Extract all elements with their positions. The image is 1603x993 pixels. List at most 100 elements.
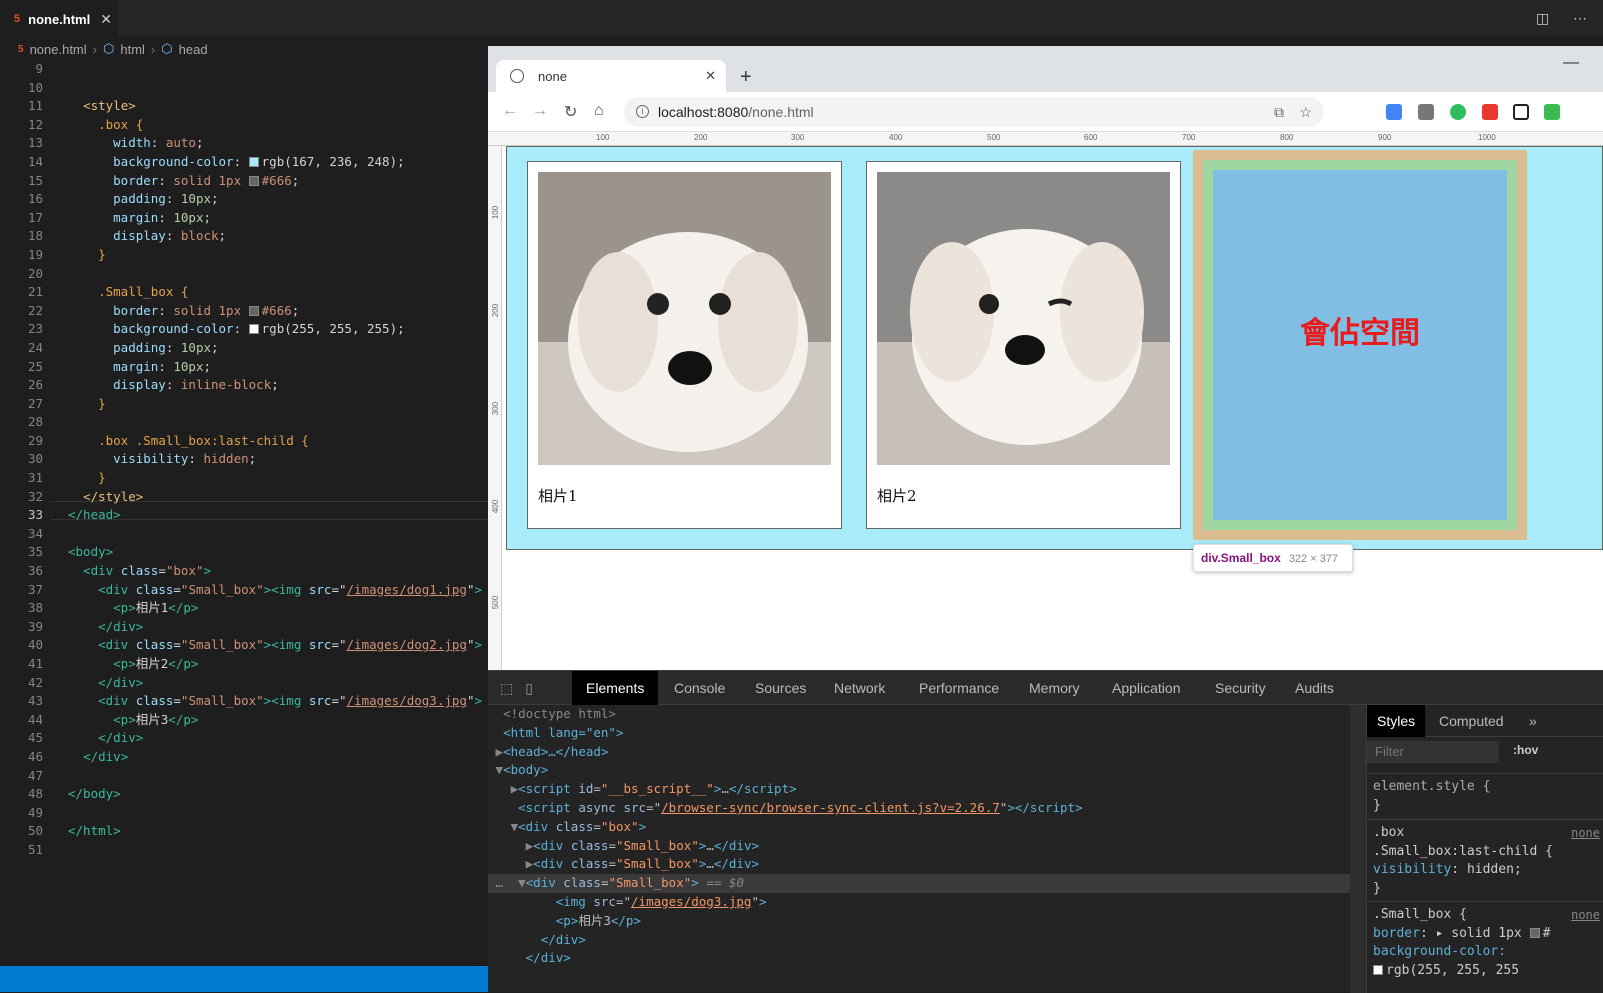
dom-node[interactable]: <script async src="/browser-sync/browser… xyxy=(488,799,1350,818)
dom-text: <!doctype html> xyxy=(503,706,616,721)
url-bar[interactable]: i localhost:8080/none.html ⧉ ☆ xyxy=(624,97,1324,127)
color-swatch[interactable] xyxy=(1529,927,1540,938)
breadcrumb-head[interactable]: head xyxy=(179,42,208,57)
dom-link[interactable]: /images/dog3.jpg xyxy=(631,894,751,909)
line-number: 35 xyxy=(27,544,43,560)
line-number: 43 xyxy=(27,693,43,709)
color-swatch[interactable] xyxy=(1373,964,1383,975)
browser-tab[interactable]: none ✕ xyxy=(496,60,726,92)
split-editor-icon[interactable]: ◫ ⋯ xyxy=(1536,10,1597,27)
evernote-icon[interactable] xyxy=(1450,104,1466,120)
tab-console[interactable]: Console xyxy=(660,671,739,705)
tab-styles[interactable]: Styles xyxy=(1367,705,1426,737)
tab-performance[interactable]: Performance xyxy=(905,671,1013,705)
globe-icon xyxy=(510,69,524,83)
tab-audits[interactable]: Audits xyxy=(1281,671,1348,705)
dom-text: Small_box xyxy=(623,856,692,872)
translate-extension-icon[interactable] xyxy=(1386,104,1402,120)
code-editor[interactable]: <style> .box { width: auto; background-c… xyxy=(68,60,488,960)
dom-node[interactable]: </div> xyxy=(488,931,1350,950)
rule-value[interactable]: solid 1px xyxy=(1451,926,1521,941)
dom-node[interactable]: </div> xyxy=(488,949,1350,968)
code-token[interactable]: /images/dog1.jpg xyxy=(347,582,467,597)
extension-icon[interactable] xyxy=(1418,104,1434,120)
back-icon[interactable]: ← xyxy=(502,102,518,120)
dom-text: </div> xyxy=(525,950,571,966)
rule-value[interactable]: rgb(255, 255, 255 xyxy=(1386,963,1519,978)
info-icon[interactable]: i xyxy=(636,105,649,118)
small-box[interactable]: 相片1 xyxy=(527,161,842,529)
dom-link[interactable]: /browser-sync/browser-sync-client.js?v=2… xyxy=(661,800,1000,815)
code-line: <style> xyxy=(68,97,488,116)
notion-icon[interactable] xyxy=(1513,104,1529,120)
small-box[interactable]: 相片2 xyxy=(866,161,1181,529)
line-number: 47 xyxy=(27,767,43,783)
rule-property[interactable]: background-color: xyxy=(1373,944,1506,959)
dom-node[interactable]: ▶<div class="Small_box">…</div> xyxy=(488,837,1350,856)
tooltip-size: 322 × 377 xyxy=(1288,553,1339,565)
tab-sources[interactable]: Sources xyxy=(741,671,820,705)
code-token[interactable]: /images/dog2.jpg xyxy=(347,637,467,652)
chevron-right-icon: › xyxy=(92,41,97,57)
extension-s-icon[interactable] xyxy=(1482,104,1498,120)
code-token: rgb(255, 255, 255) xyxy=(261,321,398,337)
code-token: 10px xyxy=(173,358,204,374)
code-line: <div class="Small_box"><img src="/images… xyxy=(98,637,482,653)
dom-node[interactable]: ▼<body> xyxy=(488,761,1350,780)
line-number: 12 xyxy=(27,116,43,132)
close-icon[interactable]: ✕ xyxy=(100,11,112,28)
line-number: 26 xyxy=(27,377,43,393)
rule-source-link[interactable]: none xyxy=(1571,824,1600,843)
hov-toggle[interactable]: :hov xyxy=(1513,743,1538,757)
dom-node[interactable]: <html lang="en"> xyxy=(488,724,1350,743)
code-token: background-color xyxy=(113,321,234,337)
tab-computed[interactable]: Computed xyxy=(1429,705,1514,737)
inspect-element-icon[interactable]: ⬚ xyxy=(500,680,525,696)
line-number: 38 xyxy=(27,600,43,616)
rule-property[interactable]: border xyxy=(1373,926,1420,941)
ruler-tick: 400 xyxy=(889,133,903,142)
dom-node[interactable]: <!doctype html> xyxy=(488,705,1350,724)
elements-tree[interactable]: <!doctype html> <html lang="en"> ▶<head>… xyxy=(488,705,1350,993)
chevron-double-right-icon[interactable]: » xyxy=(1519,705,1547,737)
color-swatch[interactable] xyxy=(248,305,259,316)
color-swatch[interactable] xyxy=(248,156,259,167)
breadcrumb-file[interactable]: none.html xyxy=(30,42,87,57)
star-icon[interactable]: ☆ xyxy=(1299,97,1312,127)
style-rule: none .box .Small_box:last-child { visibi… xyxy=(1367,819,1603,902)
dom-node[interactable]: ▼<div class="box"> xyxy=(488,818,1350,837)
dom-node[interactable]: <img src="/images/dog3.jpg"> xyxy=(488,893,1350,912)
rule-property[interactable]: visibility xyxy=(1373,862,1451,877)
tab-security[interactable]: Security xyxy=(1201,671,1280,705)
new-tab-button[interactable]: + xyxy=(740,66,752,89)
code-token[interactable]: /images/dog3.jpg xyxy=(347,693,467,708)
tab-memory[interactable]: Memory xyxy=(1015,671,1094,705)
dom-text: <body> xyxy=(503,762,549,778)
dom-node[interactable]: ▶<div class="Small_box">…</div> xyxy=(488,855,1350,874)
home-icon[interactable]: ⌂ xyxy=(594,102,604,120)
rule-source-link[interactable]: none xyxy=(1571,906,1600,925)
styles-filter-input[interactable]: Filter xyxy=(1367,741,1499,763)
dom-node[interactable]: ▶<head>…</head> xyxy=(488,743,1350,762)
dom-node[interactable]: ▶<script id="__bs_script__">…</script> xyxy=(488,780,1350,799)
reload-icon[interactable]: ↻ xyxy=(564,102,577,122)
tab-application[interactable]: Application xyxy=(1098,671,1195,705)
code-line: <p>相片2</p> xyxy=(113,656,199,671)
color-swatch[interactable] xyxy=(248,324,259,335)
close-icon[interactable]: ✕ xyxy=(705,68,716,84)
tab-network[interactable]: Network xyxy=(820,671,899,705)
clipboard-icon[interactable] xyxy=(1544,104,1560,120)
editor-tab[interactable]: 5 none.html ✕ xyxy=(0,0,118,38)
rule-value[interactable]: hidden; xyxy=(1467,862,1522,877)
forward-icon[interactable]: → xyxy=(532,102,548,120)
minimize-icon[interactable]: — xyxy=(1563,54,1579,72)
color-swatch[interactable] xyxy=(248,175,259,186)
translate-icon[interactable]: ⧉ xyxy=(1274,97,1284,127)
dom-node[interactable]: <p>相片3</p> xyxy=(488,912,1350,931)
dom-node-selected[interactable]: … ▼<div class="Small_box"> == $0 xyxy=(488,874,1350,893)
scrollbar[interactable] xyxy=(1350,705,1366,993)
breadcrumb-html[interactable]: html xyxy=(120,42,145,57)
line-number: 41 xyxy=(27,656,43,671)
device-toolbar-icon[interactable]: ▯ xyxy=(525,680,545,696)
tab-elements[interactable]: Elements xyxy=(572,671,659,705)
